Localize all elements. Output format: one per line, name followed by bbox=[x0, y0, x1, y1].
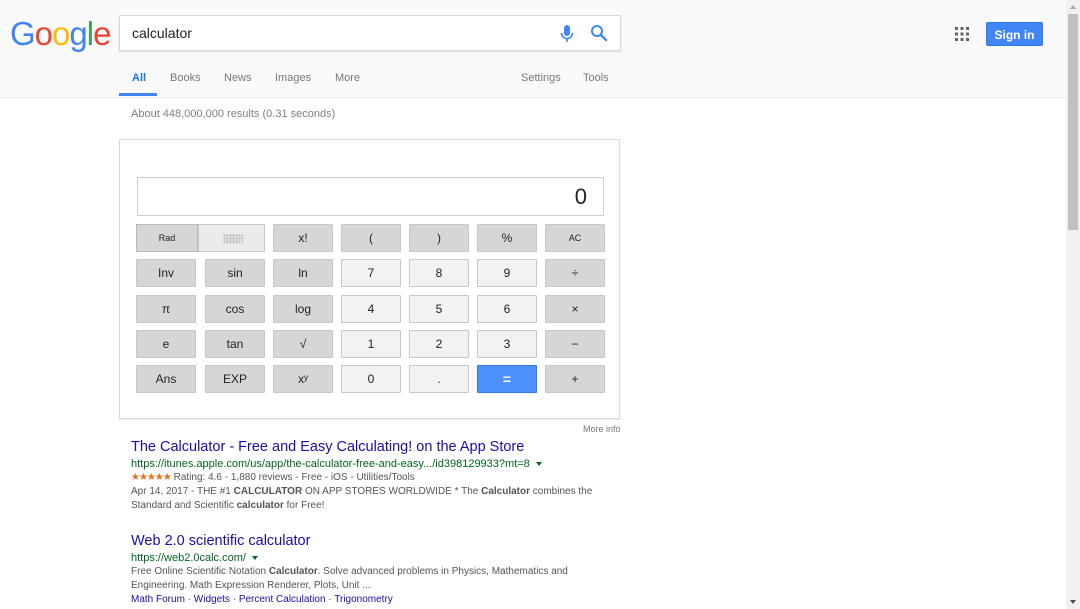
calculator-display: 0 bbox=[137, 177, 604, 216]
equals-button[interactable]: = bbox=[477, 365, 537, 393]
result-stats: About 448,000,000 results (0.31 seconds) bbox=[131, 108, 336, 120]
digit-2-button[interactable]: 2 bbox=[409, 330, 469, 358]
result-snippet-line: Engineering. Math Expression Renderer, P… bbox=[131, 580, 371, 591]
sin-button[interactable]: sin bbox=[205, 259, 265, 287]
exp-button[interactable]: EXP bbox=[205, 365, 265, 393]
logo-letter: o bbox=[34, 15, 53, 52]
result-url: https://web2.0calc.com/ bbox=[131, 552, 258, 564]
search-box bbox=[119, 15, 621, 51]
power-button[interactable]: xʸ bbox=[273, 365, 333, 393]
pi-button[interactable]: π bbox=[136, 295, 196, 323]
scroll-up-arrow-icon[interactable] bbox=[1066, 0, 1080, 14]
more-info-link[interactable]: More info bbox=[583, 424, 621, 434]
header-bar: Google Sign in All Books News Images Mor… bbox=[0, 0, 1066, 98]
digit-8-button[interactable]: 8 bbox=[409, 259, 469, 287]
digit-6-button[interactable]: 6 bbox=[477, 295, 537, 323]
active-tab-indicator bbox=[119, 93, 157, 96]
digit-3-button[interactable]: 3 bbox=[477, 330, 537, 358]
tab-more[interactable]: More bbox=[335, 72, 360, 84]
result-url-text: https://itunes.apple.com/us/app/the-calc… bbox=[131, 458, 530, 470]
snippet-text: Standard and Scientific bbox=[131, 500, 237, 511]
search-icon[interactable] bbox=[590, 24, 608, 42]
tab-news[interactable]: News bbox=[224, 72, 252, 84]
ln-button[interactable]: ln bbox=[273, 259, 333, 287]
left-paren-button[interactable]: ( bbox=[341, 224, 401, 252]
sitelink-separator: · bbox=[325, 594, 335, 605]
sitelink-widgets[interactable]: Widgets bbox=[194, 594, 230, 605]
logo-letter: o bbox=[52, 15, 70, 52]
tan-button[interactable]: tan bbox=[205, 330, 265, 358]
tab-settings[interactable]: Settings bbox=[521, 72, 561, 84]
result-url: https://itunes.apple.com/us/app/the-calc… bbox=[131, 458, 542, 470]
result-title-link[interactable]: Web 2.0 scientific calculator bbox=[131, 533, 310, 549]
factorial-button[interactable]: x! bbox=[273, 224, 333, 252]
inv-button[interactable]: Inv bbox=[136, 259, 196, 287]
rad-toggle-button[interactable]: Rad bbox=[136, 224, 198, 252]
percent-button[interactable]: % bbox=[477, 224, 537, 252]
tab-images[interactable]: Images bbox=[275, 72, 311, 84]
sitelinks: Math Forum · Widgets · Percent Calculati… bbox=[131, 594, 393, 605]
log-button[interactable]: log bbox=[273, 295, 333, 323]
result-snippet-line: Standard and Scientific calculator for F… bbox=[131, 500, 324, 511]
cos-button[interactable]: cos bbox=[205, 295, 265, 323]
tab-tools[interactable]: Tools bbox=[583, 72, 609, 84]
digit-4-button[interactable]: 4 bbox=[341, 295, 401, 323]
apps-grid-icon[interactable] bbox=[955, 27, 969, 41]
e-button[interactable]: e bbox=[136, 330, 196, 358]
digit-5-button[interactable]: 5 bbox=[409, 295, 469, 323]
deg-placeholder-dots bbox=[223, 234, 243, 244]
digit-7-button[interactable]: 7 bbox=[341, 259, 401, 287]
plus-button[interactable]: + bbox=[545, 365, 605, 393]
sitelink-percent-calculation[interactable]: Percent Calculation bbox=[239, 594, 326, 605]
divide-button[interactable]: ÷ bbox=[545, 259, 605, 287]
snippet-text: ON APP STORES WORLDWIDE * The bbox=[302, 486, 482, 497]
calculator-widget: 0 Rad x! ( ) % AC Inv sin ln 7 8 9 ÷ π c… bbox=[119, 139, 620, 419]
snippet-text: . Solve advanced problems in Physics, Ma… bbox=[317, 566, 568, 577]
sqrt-button[interactable]: √ bbox=[273, 330, 333, 358]
snippet-text: Free Online Scientific Notation bbox=[131, 566, 269, 577]
all-clear-button[interactable]: AC bbox=[545, 224, 605, 252]
scrollbar-thumb[interactable] bbox=[1068, 14, 1078, 230]
snippet-bold-text: Calculator bbox=[268, 566, 318, 577]
logo-letter: G bbox=[10, 15, 36, 52]
snippet-bold-text: Calculator bbox=[481, 486, 531, 497]
snippet-text: combines the bbox=[530, 486, 593, 497]
right-paren-button[interactable]: ) bbox=[409, 224, 469, 252]
google-logo[interactable]: Google bbox=[10, 14, 111, 54]
result-snippet-line: Free Online Scientific Notation Calculat… bbox=[131, 566, 568, 577]
rating-text: Rating: 4.6 - 1,880 reviews - Free - iOS… bbox=[173, 472, 415, 483]
scroll-down-arrow-icon[interactable] bbox=[1066, 595, 1080, 609]
digit-0-button[interactable]: 0 bbox=[341, 365, 401, 393]
microphone-icon[interactable] bbox=[559, 24, 575, 44]
digit-1-button[interactable]: 1 bbox=[341, 330, 401, 358]
sign-in-button[interactable]: Sign in bbox=[986, 22, 1043, 46]
deg-toggle-button[interactable] bbox=[198, 224, 265, 252]
minus-button[interactable]: − bbox=[545, 330, 605, 358]
ans-button[interactable]: Ans bbox=[136, 365, 196, 393]
result-snippet-line: Apr 14, 2017 - THE #1 CALCULATOR ON APP … bbox=[131, 486, 592, 497]
snippet-text: for Free! bbox=[283, 500, 325, 511]
result-rating: ★★★★★ Rating: 4.6 - 1,880 reviews - Free… bbox=[131, 472, 415, 483]
tab-books[interactable]: Books bbox=[170, 72, 201, 84]
sitelink-separator: · bbox=[229, 594, 239, 605]
sitelink-trigonometry[interactable]: Trigonometry bbox=[334, 594, 393, 605]
url-dropdown-arrow-icon[interactable] bbox=[535, 462, 542, 467]
sitelink-math-forum[interactable]: Math Forum bbox=[131, 594, 185, 605]
star-rating-icon: ★★★★★ bbox=[131, 472, 172, 483]
snippet-text: Apr 14, 2017 - THE #1 bbox=[131, 486, 234, 497]
tab-all[interactable]: All bbox=[132, 72, 146, 84]
logo-letter: e bbox=[93, 15, 111, 52]
digit-9-button[interactable]: 9 bbox=[477, 259, 537, 287]
snippet-bold-text: CALCULATOR bbox=[233, 486, 303, 497]
sitelink-separator: · bbox=[184, 594, 194, 605]
result-url-text: https://web2.0calc.com/ bbox=[131, 552, 246, 564]
logo-letter: g bbox=[69, 15, 87, 52]
multiply-button[interactable]: × bbox=[545, 295, 605, 323]
url-dropdown-arrow-icon[interactable] bbox=[251, 556, 258, 561]
decimal-point-button[interactable]: . bbox=[409, 365, 469, 393]
search-input[interactable] bbox=[132, 16, 542, 50]
snippet-text: Engineering. Math Expression Renderer, P… bbox=[131, 580, 371, 591]
result-title-link[interactable]: The Calculator - Free and Easy Calculati… bbox=[131, 439, 524, 455]
snippet-bold-text: calculator bbox=[236, 500, 284, 511]
